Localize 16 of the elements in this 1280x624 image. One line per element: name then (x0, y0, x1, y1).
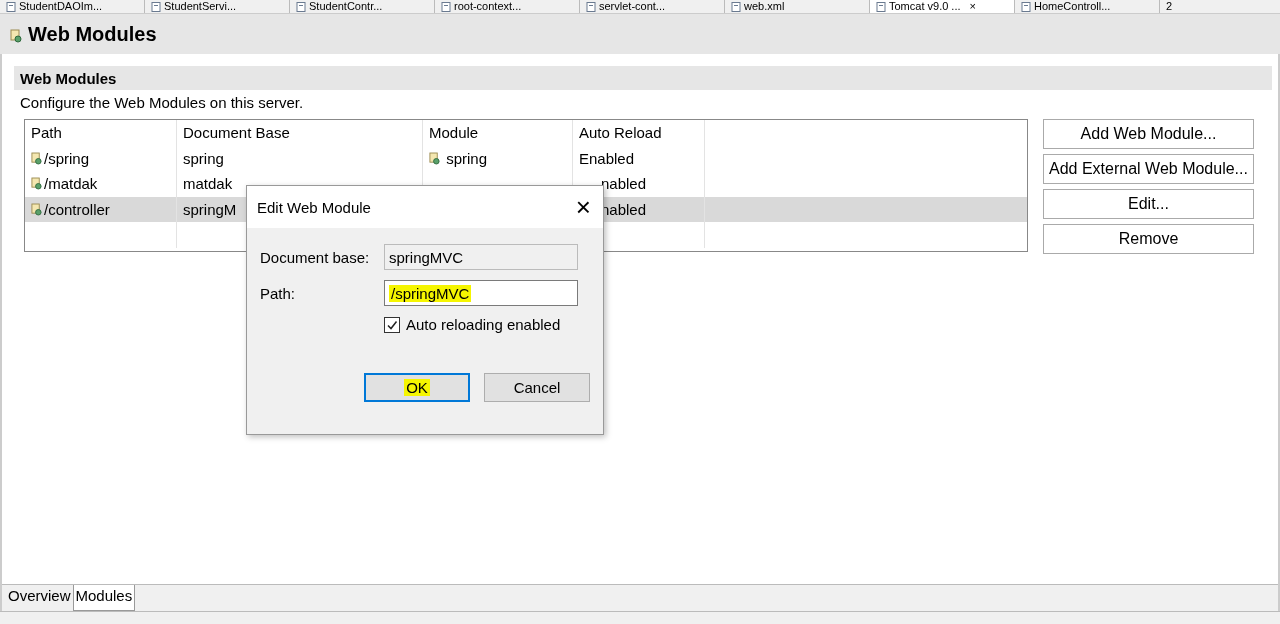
field-label: Document base: (260, 248, 371, 266)
table-cell: Enabled (579, 149, 635, 167)
table-cell: /controller (44, 200, 110, 218)
section-title: Web Modules (20, 69, 117, 87)
page-title: Web Modules (28, 22, 157, 46)
table-cell: springM (183, 200, 237, 218)
checkbox-label: Auto reloading enabled (406, 316, 561, 333)
table-cell: matdak (183, 175, 233, 193)
dialog-title: Edit Web Module (257, 198, 371, 216)
table-cell: /spring (44, 149, 90, 167)
table-cell-text: spring (445, 149, 488, 167)
table-cell: spring (183, 149, 224, 167)
section-description: Configure the Web Modules on this server. (19, 93, 305, 113)
table-cell: nabled (601, 175, 647, 193)
field-label: Path: (260, 284, 297, 302)
table-cell: /matdak (44, 175, 98, 193)
